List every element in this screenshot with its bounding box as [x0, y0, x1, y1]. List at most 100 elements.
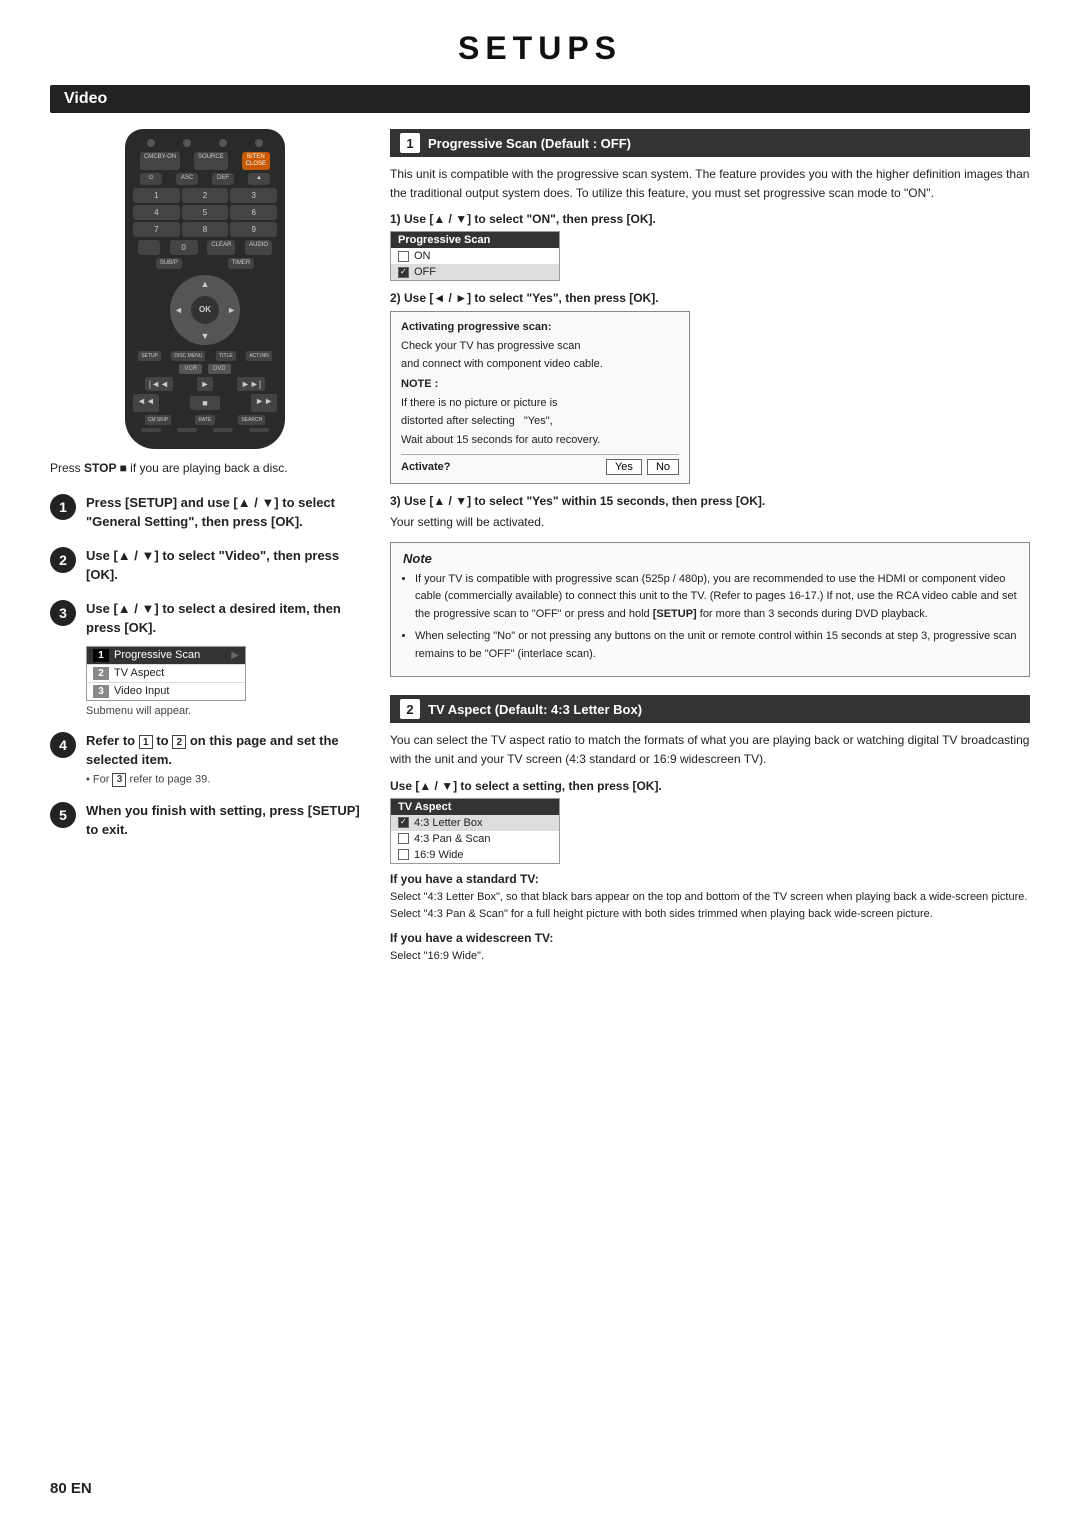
- remote-dpad: ▲ ▼ ◄ ► OK: [170, 275, 240, 345]
- section2-sub1-label: Use [▲ / ▼] to select a setting, then pr…: [390, 779, 1030, 793]
- note-item-1: If your TV is compatible with progressiv…: [415, 571, 1017, 624]
- step-3-badge: 3: [50, 600, 76, 626]
- remote-cmcby-btn[interactable]: CMCBY-ON: [140, 152, 180, 170]
- remote-dvd-btn[interactable]: DVD: [208, 364, 231, 374]
- remote-stop-btn[interactable]: ■: [190, 396, 220, 410]
- submenu-num-1: 1: [93, 649, 109, 662]
- prog-scan-off-checkbox[interactable]: [398, 267, 409, 278]
- activate-line-1: Activating progressive scan:: [401, 320, 679, 335]
- section2-desc: You can select the TV aspect ratio to ma…: [390, 731, 1030, 768]
- remote-dot: [147, 139, 155, 147]
- submenu-label-1: Progressive Scan: [114, 649, 200, 661]
- remote-btn-d[interactable]: [249, 428, 269, 432]
- remote-ff-btn[interactable]: ►►: [251, 394, 277, 412]
- submenu-label-3: Video Input: [114, 685, 169, 697]
- remote-num-1[interactable]: 1: [133, 188, 180, 203]
- submenu-item-3[interactable]: 3 Video Input: [87, 683, 245, 700]
- remote-num-3[interactable]: 3: [230, 188, 277, 203]
- remote-vcr-dvd: VCR DVD: [133, 364, 277, 374]
- step-3-text: Use [▲ / ▼] to select a desired item, th…: [86, 599, 360, 638]
- remote-def-btn[interactable]: DEF: [212, 173, 234, 184]
- tv-aspect-letterbox-check[interactable]: [398, 817, 409, 828]
- dpad-ok[interactable]: OK: [191, 296, 219, 324]
- page-title: SETUPS: [50, 30, 1030, 67]
- remote-subp-btn[interactable]: SUB/P: [156, 258, 182, 269]
- remote-dot: [183, 139, 191, 147]
- remote-num-2[interactable]: 2: [182, 188, 229, 203]
- remote-bottom-btns: CM SKIP RATE SEARCH: [133, 415, 277, 425]
- remote-num-5[interactable]: 5: [182, 205, 229, 220]
- section1-title: Progressive Scan (Default : OFF): [428, 136, 631, 151]
- remote-btn-c[interactable]: [213, 428, 233, 432]
- remote-search-btn[interactable]: SEARCH: [238, 415, 265, 425]
- remote-up-btn[interactable]: ▲: [248, 173, 270, 184]
- remote-num-8[interactable]: 8: [182, 222, 229, 237]
- if-widescreen-text: Select "16:9 Wide".: [390, 948, 1030, 965]
- remote-num-6[interactable]: 6: [230, 205, 277, 220]
- step-5-text: When you finish with setting, press [SET…: [86, 801, 360, 840]
- remote-dot: [255, 139, 263, 147]
- section2-title: TV Aspect (Default: 4:3 Letter Box): [428, 702, 642, 717]
- remote-num-4[interactable]: 4: [133, 205, 180, 220]
- remote-asc-btn[interactable]: ASC: [176, 173, 198, 184]
- submenu-label-2: TV Aspect: [114, 667, 164, 679]
- dpad-down[interactable]: ▼: [201, 331, 210, 341]
- remote-rate-btn[interactable]: RATE: [195, 415, 215, 425]
- remote-top-dots: [133, 139, 277, 147]
- remote-next-btn[interactable]: ►►|: [237, 377, 265, 391]
- submenu-item-1[interactable]: 1 Progressive Scan ▶: [87, 647, 245, 665]
- remote-timer-btn[interactable]: TIMER: [228, 258, 255, 269]
- remote-disc-menu-btn[interactable]: DISC MENU: [171, 351, 205, 361]
- prog-scan-off-row[interactable]: OFF: [391, 264, 559, 280]
- tv-aspect-panscan-row[interactable]: 4:3 Pan & Scan: [391, 831, 559, 847]
- prog-scan-on-row[interactable]: ON: [391, 248, 559, 264]
- activate-question: Activate?: [401, 461, 606, 473]
- remote-space-btn[interactable]: [138, 240, 160, 255]
- tv-aspect-panscan-label: 4:3 Pan & Scan: [414, 833, 490, 845]
- remote-rew-btn[interactable]: ◄◄: [133, 394, 159, 412]
- remote-num-7[interactable]: 7: [133, 222, 180, 237]
- dpad-left[interactable]: ◄: [174, 305, 183, 315]
- section1-desc: This unit is compatible with the progres…: [390, 165, 1030, 202]
- remote-btn-a[interactable]: [141, 428, 161, 432]
- remote-act-btn[interactable]: ACT.INN: [246, 351, 271, 361]
- activate-box: Activating progressive scan: Check your …: [390, 311, 690, 484]
- left-step-4: 4 Refer to 1 to 2 on this page and set t…: [50, 731, 360, 787]
- ref-box-3: 3: [112, 773, 126, 787]
- prog-scan-on-checkbox[interactable]: [398, 251, 409, 262]
- tv-aspect-wide-row[interactable]: 16:9 Wide: [391, 847, 559, 863]
- section1-sub2-label: 2) Use [◄ / ►] to select "Yes", then pre…: [390, 291, 1030, 305]
- tv-aspect-wide-check[interactable]: [398, 849, 409, 860]
- tv-aspect-letterbox-row[interactable]: 4:3 Letter Box: [391, 815, 559, 831]
- remote-setup-btn[interactable]: SETUP: [138, 351, 161, 361]
- remote-btn-b[interactable]: [177, 428, 197, 432]
- right-column: 1 Progressive Scan (Default : OFF) This …: [390, 129, 1030, 965]
- remote-num-9[interactable]: 9: [230, 222, 277, 237]
- remote-title-btn[interactable]: TITLE: [216, 351, 236, 361]
- activate-line-3: and connect with component video cable.: [401, 357, 679, 372]
- step-4-text: Refer to 1 to 2 on this page and set the…: [86, 731, 360, 770]
- remote-setup-row: SETUP DISC MENU TITLE ACT.INN: [133, 351, 277, 361]
- remote-number-grid: 1 2 3 4 5 6 7 8 9: [133, 188, 277, 237]
- dpad-up[interactable]: ▲: [201, 279, 210, 289]
- dpad-right[interactable]: ►: [227, 305, 236, 315]
- tv-aspect-panscan-check[interactable]: [398, 833, 409, 844]
- submenu-item-2[interactable]: 2 TV Aspect: [87, 665, 245, 683]
- submenu-num-3: 3: [93, 685, 109, 698]
- activate-no-btn[interactable]: No: [647, 459, 679, 475]
- remote-btn-on-btn[interactable]: B/TENCLOSE: [242, 152, 270, 170]
- section1-sub3-note: Your setting will be activated.: [390, 513, 1030, 532]
- activate-note-1: If there is no picture or picture is: [401, 396, 679, 411]
- remote-cm-btn[interactable]: CM SKIP: [145, 415, 172, 425]
- remote-source-btn[interactable]: SOURCE: [194, 152, 228, 170]
- section2-badge: 2: [400, 699, 420, 719]
- remote-audio-btn[interactable]: AUDIO: [245, 240, 272, 255]
- remote-clear-btn[interactable]: CLEAR: [207, 240, 235, 255]
- remote-vcr-btn[interactable]: VCR: [179, 364, 202, 374]
- section2-header: 2 TV Aspect (Default: 4:3 Letter Box): [390, 695, 1030, 723]
- remote-prev-btn[interactable]: |◄◄: [145, 377, 173, 391]
- activate-yes-btn[interactable]: Yes: [606, 459, 642, 475]
- remote-play-btn[interactable]: ►: [197, 377, 214, 391]
- remote-power-btn[interactable]: ⏻: [140, 173, 162, 184]
- remote-num-0[interactable]: 0: [170, 240, 198, 255]
